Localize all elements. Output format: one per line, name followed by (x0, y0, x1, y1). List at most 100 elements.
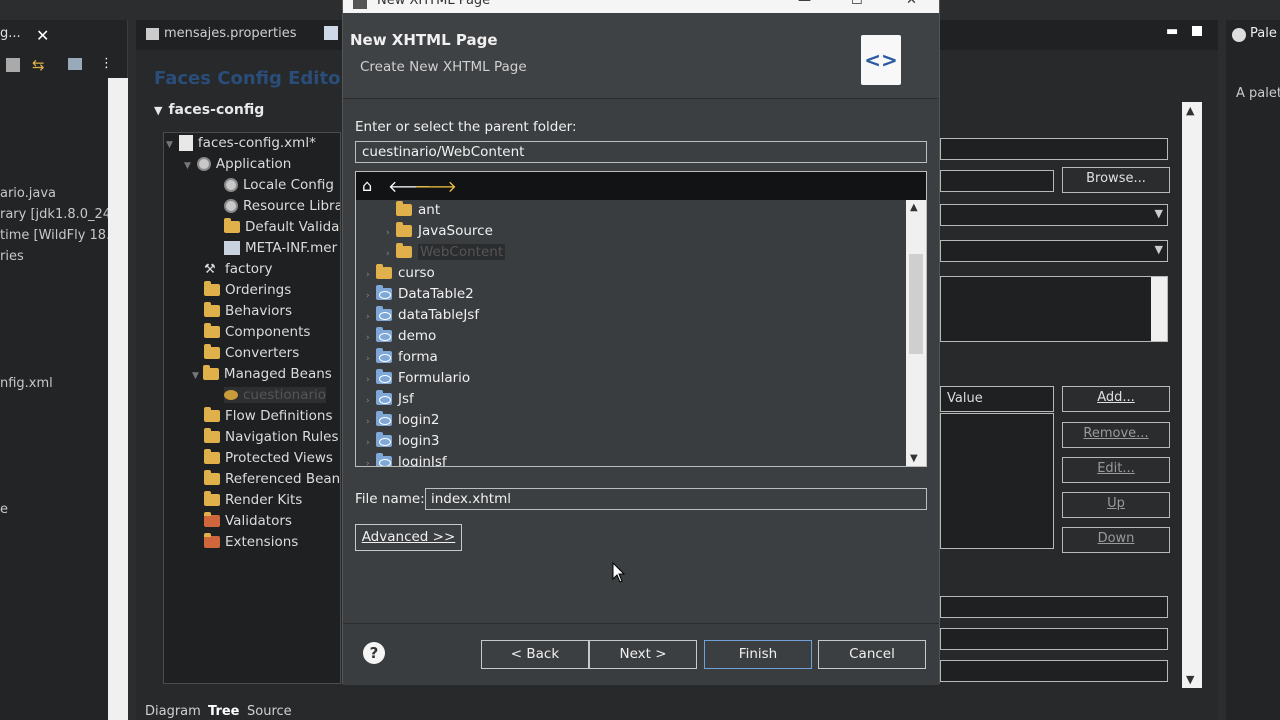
tree-item-validators[interactable]: Validators (204, 512, 292, 529)
tree-item-resource-library[interactable]: Resource Librar (224, 198, 340, 214)
finish-button[interactable]: Finish (704, 640, 812, 669)
project-row-jsf[interactable]: › Jsf (366, 390, 414, 407)
close-icon[interactable]: ✕ (36, 26, 49, 45)
folder-tree[interactable]: ⌂ 🡐 🡒 ant › JavaSource › WebContent › curso… (355, 171, 927, 467)
scroll-up-icon[interactable]: ▲ (1186, 104, 1194, 117)
folder-icon (204, 491, 220, 506)
maximize-icon[interactable] (1192, 26, 1202, 36)
tree-item-behaviors[interactable]: Behaviors (204, 302, 292, 319)
left-scrollbar[interactable] (108, 78, 128, 720)
folder-row-webcontent[interactable]: › WebContent (386, 243, 506, 260)
tree-item-application[interactable]: ▼ Application (184, 156, 291, 172)
minimize-icon[interactable]: ▬ (1166, 24, 1178, 39)
add-button[interactable]: Add... (1062, 386, 1170, 412)
down-button[interactable]: Down (1062, 527, 1170, 553)
project-row-datatable2[interactable]: › DataTable2 (366, 285, 474, 302)
explorer-item[interactable]: time [WildFly 18.0 (0, 228, 118, 243)
maximize-icon[interactable]: ☐ (851, 0, 863, 8)
file-name-input[interactable]: index.xhtml (425, 488, 927, 510)
expand-arrow-icon[interactable]: ▼ (184, 161, 191, 171)
explorer-item[interactable]: e (0, 502, 8, 517)
remove-button[interactable]: Remove... (1062, 422, 1170, 448)
tree-item-render-kits[interactable]: Render Kits (204, 491, 302, 508)
folder-tree-scrollbar[interactable]: ▲ ▼ (906, 200, 926, 466)
tree-item-factory[interactable]: ⚒ factory (204, 261, 273, 277)
edit-button[interactable]: Edit... (1062, 457, 1170, 483)
xml-file-icon[interactable] (324, 26, 338, 40)
project-row-datatablejsf[interactable]: › dataTableJsf (366, 306, 479, 323)
expand-arrow-icon[interactable]: ▼ (166, 140, 173, 150)
property-field[interactable] (940, 170, 1054, 192)
minimize-icon[interactable]: — (798, 0, 811, 8)
tab-tree[interactable]: Tree (208, 704, 239, 719)
property-field[interactable] (940, 596, 1168, 618)
tab-source[interactable]: Source (247, 704, 292, 719)
project-row-formulario[interactable]: › Formulario (366, 369, 470, 386)
property-dropdown[interactable]: ▼ (940, 240, 1168, 262)
browse-button[interactable]: Browse... (1062, 167, 1170, 193)
explorer-item[interactable]: ario.java (0, 186, 56, 201)
tree-item-default-validators[interactable]: Default Validato (224, 218, 340, 235)
property-field[interactable] (940, 628, 1168, 650)
folder-row-javasource[interactable]: › JavaSource (386, 222, 493, 239)
filter-icon[interactable] (68, 58, 82, 70)
explorer-item[interactable]: rary [jdk1.8.0_241] (0, 207, 124, 222)
folder-label: demo (398, 328, 437, 344)
tree-item-orderings[interactable]: Orderings (204, 281, 291, 298)
project-row-loginjsf[interactable]: › loginJsf (366, 453, 447, 466)
forward-arrow-icon[interactable]: 🡒 (414, 176, 457, 196)
project-row-demo[interactable]: › demo (366, 327, 437, 344)
explorer-item[interactable]: nfig.xml (0, 376, 53, 391)
view-menu-icon[interactable]: ⋮ (100, 56, 113, 71)
property-field[interactable] (940, 138, 1168, 160)
property-field[interactable] (940, 660, 1168, 682)
palette-tab[interactable]: Pale (1250, 26, 1277, 41)
expand-arrow-icon[interactable]: ▼ (192, 371, 199, 381)
project-row-login3[interactable]: › login3 (366, 432, 439, 449)
parent-folder-input[interactable]: cuestinario/WebContent (355, 141, 927, 163)
explorer-item[interactable]: ries (0, 249, 24, 264)
scroll-down-icon[interactable]: ▼ (910, 453, 918, 464)
package-explorer-tab[interactable]: g... (0, 26, 21, 41)
tree-item-extensions[interactable]: Extensions (204, 533, 298, 550)
property-dropdown[interactable]: ▼ (940, 204, 1168, 226)
tree-item-components[interactable]: Components (204, 323, 310, 340)
link-editor-icon[interactable]: ⇆ (32, 56, 45, 74)
up-button[interactable]: Up (1062, 492, 1170, 518)
tab-diagram[interactable]: Diagram (145, 704, 201, 719)
tree-item-root[interactable]: ▼ faces-config.xml* (166, 135, 316, 151)
scroll-up-icon[interactable]: ▲ (910, 202, 918, 213)
scrollbar-thumb[interactable] (909, 254, 923, 354)
advanced-button[interactable]: Advanced >> (355, 524, 462, 551)
next-button[interactable]: Next > (589, 640, 697, 669)
tree-item-referenced-beans[interactable]: Referenced Beans (204, 470, 340, 487)
tree-item-managed-beans[interactable]: ▼ Managed Beans (192, 365, 332, 382)
scroll-down-icon[interactable]: ▼ (1186, 673, 1194, 686)
collapse-all-icon[interactable] (6, 58, 20, 72)
tree-item-flow-definitions[interactable]: Flow Definitions (204, 407, 333, 424)
tab-mensajes-properties[interactable]: mensajes.properties (164, 26, 297, 41)
tree-item-locale-config[interactable]: Locale Config (224, 177, 334, 193)
tree-item-converters[interactable]: Converters (204, 344, 299, 361)
help-icon[interactable]: ? (363, 642, 385, 664)
tree-item-navigation-rules[interactable]: Navigation Rules (204, 428, 339, 445)
editor-scrollbar[interactable]: ▲ ▼ (1182, 102, 1202, 688)
project-row-forma[interactable]: › forma (366, 348, 438, 365)
cancel-button[interactable]: Cancel (818, 640, 926, 669)
tree-item-bean-cuestionario[interactable]: cuestionario (224, 387, 327, 403)
folder-row-curso[interactable]: › curso (366, 264, 435, 281)
faces-config-section-header[interactable]: ▼ faces-config (154, 102, 354, 126)
editor-title: Faces Config Editor (154, 68, 350, 89)
textarea-scrollbar[interactable] (1151, 277, 1167, 341)
back-button[interactable]: < Back (481, 640, 589, 669)
project-row-login2[interactable]: › login2 (366, 411, 439, 428)
tree-item-protected-views[interactable]: Protected Views (204, 449, 333, 466)
tree-item-meta-inf[interactable]: META-INF.mer (224, 240, 337, 256)
home-icon[interactable]: ⌂ (362, 176, 372, 195)
properties-table[interactable] (940, 413, 1054, 549)
faces-config-tree: ▼ faces-config.xml* ▼ Application Locale C… (163, 132, 341, 684)
folder-row-ant[interactable]: ant (386, 201, 440, 218)
close-icon[interactable]: ✕ (906, 0, 917, 8)
description-textarea[interactable] (940, 276, 1168, 342)
expand-arrow-icon[interactable]: ▼ (154, 104, 162, 117)
